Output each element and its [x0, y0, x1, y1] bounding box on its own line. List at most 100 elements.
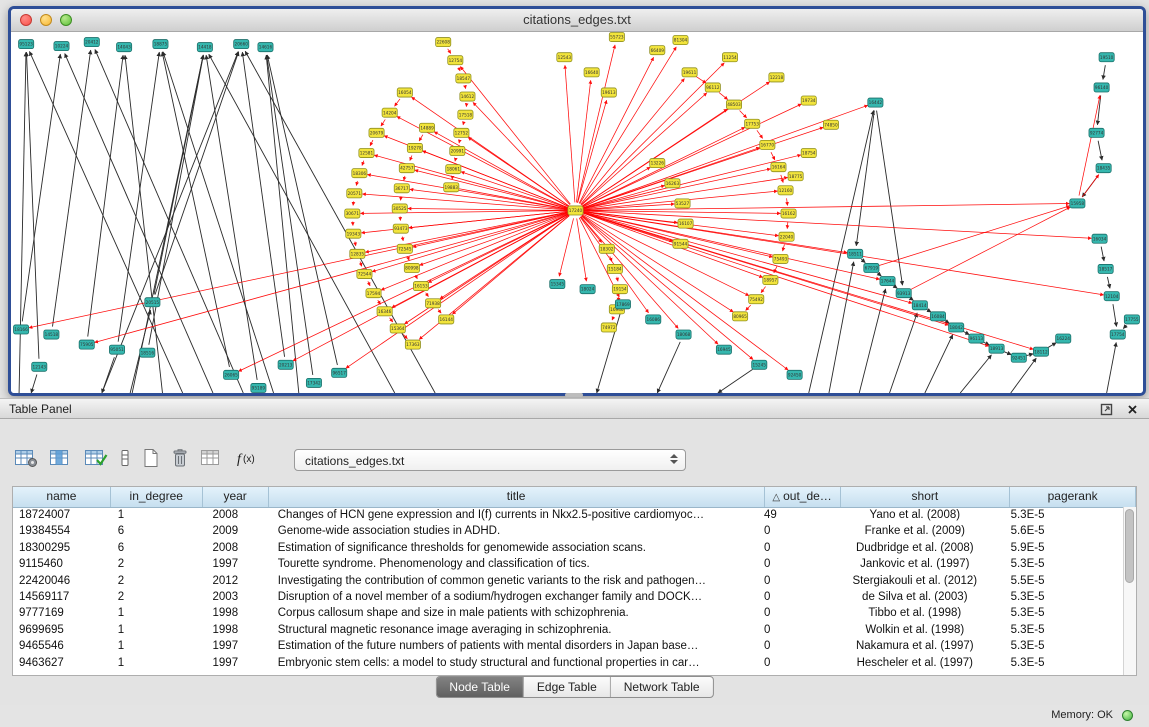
table-row[interactable]: 1830029562008Estimation of significance … — [13, 540, 1123, 556]
graph-node[interactable]: 16086 — [646, 315, 661, 324]
graph-node[interactable]: 16945 — [716, 345, 731, 354]
table-selector-combo[interactable]: citations_edges.txt — [294, 449, 686, 471]
table-vertical-scrollbar[interactable] — [1123, 507, 1136, 675]
network-canvas[interactable]: 1724022608127541854714612175181275220991… — [11, 32, 1143, 393]
graph-node[interactable]: 18516 — [140, 348, 155, 357]
graph-node[interactable]: 16770 — [760, 140, 775, 149]
graph-node[interactable]: 18547 — [456, 74, 471, 83]
graph-node[interactable]: 95189 — [251, 383, 266, 392]
new-document-button[interactable] — [142, 448, 160, 472]
graph-node[interactable]: 15184 — [607, 264, 622, 273]
graph-node[interactable]: 17755 — [1124, 315, 1139, 324]
graph-node[interactable]: 16263 — [665, 179, 680, 188]
graph-node[interactable]: 30671 — [345, 209, 360, 218]
graph-node[interactable]: 22040 — [779, 232, 794, 241]
graph-node[interactable]: 17754 — [1110, 330, 1125, 339]
scrollbar-thumb[interactable] — [1125, 509, 1134, 583]
graph-node[interactable]: 48503 — [726, 100, 741, 109]
graph-node[interactable]: 12543 — [557, 53, 572, 62]
table-row[interactable]: 2242004622012Investigating the contribut… — [13, 573, 1123, 589]
graph-node[interactable]: 16153 — [413, 282, 428, 291]
graph-node[interactable]: 19613 — [601, 88, 616, 97]
column-header-year[interactable]: year — [203, 487, 269, 507]
graph-node[interactable]: 15364 — [390, 324, 405, 333]
graph-node[interactable]: 16442 — [868, 98, 883, 107]
graph-node[interactable]: 12835 — [350, 249, 365, 258]
graph-node[interactable]: 42757 — [399, 164, 414, 173]
graph-node[interactable]: 17753 — [745, 119, 760, 128]
column-header-short[interactable]: short — [841, 487, 1011, 507]
graph-node[interactable]: 96113 — [969, 334, 984, 343]
graph-node[interactable]: 53527 — [675, 199, 690, 208]
import-table-button[interactable] — [200, 448, 224, 472]
close-panel-button[interactable] — [1125, 403, 1139, 417]
graph-node[interactable]: 14889 — [419, 123, 434, 132]
graph-node[interactable]: 26065 — [224, 370, 239, 379]
graph-node[interactable]: 16224 — [1056, 334, 1071, 343]
graph-node[interactable]: 92774 — [1089, 128, 1104, 137]
graph-node[interactable]: 19734 — [801, 96, 816, 105]
function-builder-button[interactable]: f(x) — [235, 448, 261, 472]
graph-node[interactable]: 17869 — [615, 300, 630, 309]
graph-node[interactable]: 20679 — [369, 128, 384, 137]
graph-node[interactable]: 16640 — [584, 68, 599, 77]
graph-node[interactable]: 96112 — [705, 83, 720, 92]
graph-node[interactable]: 95123 — [19, 40, 34, 49]
graph-node[interactable]: 20660 — [234, 40, 249, 49]
table-row[interactable]: 977716911998Corpus callosum shape and si… — [13, 605, 1123, 621]
graph-node[interactable]: 19278 — [407, 143, 422, 152]
table-row[interactable]: 946362711997Embryonic stem cells: a mode… — [13, 655, 1123, 671]
graph-node[interactable]: 19510 — [1099, 53, 1114, 62]
graph-node[interactable]: 55723 — [609, 33, 624, 42]
graph-node[interactable]: 18112 — [1033, 347, 1048, 356]
graph-node[interactable]: 14418 — [197, 43, 212, 52]
graph-node[interactable]: 95051 — [109, 345, 124, 354]
graph-node[interactable]: 18061 — [446, 165, 461, 174]
graph-node[interactable]: 15958 — [1070, 199, 1085, 208]
graph-node[interactable]: 18913 — [989, 344, 1004, 353]
graph-node[interactable]: 96140 — [1094, 83, 1109, 92]
graph-node[interactable]: 14612 — [460, 92, 475, 101]
zoom-window-button[interactable] — [60, 14, 72, 26]
table-row[interactable]: 1938455462009Genome-wide association stu… — [13, 523, 1123, 539]
graph-node[interactable]: 75905 — [79, 340, 94, 349]
graph-node[interactable]: 17342 — [306, 378, 321, 387]
column-header-title[interactable]: title — [269, 487, 765, 507]
tab-network-table[interactable]: Network Table — [610, 677, 713, 697]
table-row[interactable]: 1872400712008Changes of HCN gene express… — [13, 507, 1123, 523]
graph-node[interactable]: 18775 — [788, 172, 803, 181]
graph-node[interactable]: 15245 — [752, 360, 767, 369]
graph-node[interactable]: 12581 — [359, 148, 374, 157]
window-titlebar[interactable]: citations_edges.txt — [11, 9, 1143, 32]
graph-node[interactable]: 14616 — [258, 43, 273, 52]
table-settings-button[interactable] — [14, 448, 38, 472]
graph-node[interactable]: 96517 — [332, 368, 347, 377]
graph-node[interactable]: 16144 — [439, 315, 454, 324]
graph-node[interactable]: 18306 — [352, 169, 367, 178]
graph-node[interactable]: 16162 — [781, 209, 796, 218]
graph-node[interactable]: 20991 — [450, 146, 465, 155]
column-header-in-degree[interactable]: in_degree — [111, 487, 203, 507]
show-columns-button[interactable] — [49, 448, 73, 472]
graph-node[interactable]: 67919 — [864, 263, 879, 272]
graph-node[interactable]: 19611 — [682, 68, 697, 77]
graph-node[interactable]: 18024 — [580, 285, 595, 294]
graph-node[interactable]: 18414 — [912, 301, 927, 310]
column-header-out-de-[interactable]: △out_de… — [765, 487, 841, 507]
graph-node[interactable]: 15345 — [550, 280, 565, 289]
close-window-button[interactable] — [20, 14, 32, 26]
graph-node[interactable]: 18166 — [14, 325, 29, 334]
graph-node[interactable]: 12754 — [448, 56, 463, 65]
graph-node[interactable]: 17518 — [458, 110, 473, 119]
graph-node[interactable]: 12218 — [769, 73, 784, 82]
graph-node[interactable]: 11254 — [722, 53, 737, 62]
graph-node[interactable]: 12160 — [778, 186, 793, 195]
graph-node[interactable]: 36717 — [394, 184, 409, 193]
table-row[interactable]: 969969511998Structural magnetic resonanc… — [13, 622, 1123, 638]
graph-node[interactable]: 16084 — [930, 312, 945, 321]
tab-edge-table[interactable]: Edge Table — [523, 677, 610, 697]
float-panel-button[interactable] — [1099, 403, 1113, 417]
graph-node[interactable]: 14518 — [44, 330, 59, 339]
graph-node[interactable]: 92451 — [1011, 353, 1026, 362]
graph-node[interactable]: 14204 — [382, 108, 397, 117]
